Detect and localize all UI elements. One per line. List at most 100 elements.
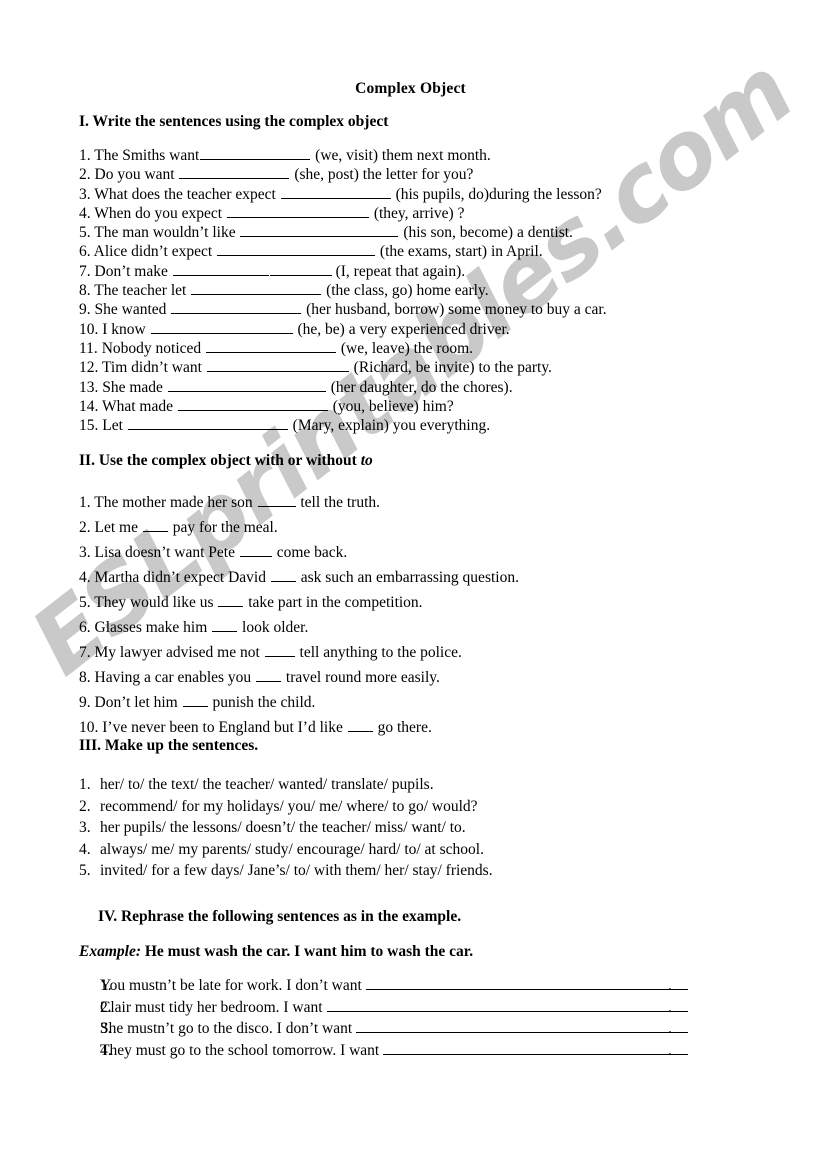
answer-blank[interactable] <box>218 593 244 607</box>
exercise-item: 15. Let (Mary, explain) you everything. <box>79 416 607 435</box>
item-number: 8. <box>79 282 95 300</box>
item-prompt: The Smiths want <box>94 147 200 164</box>
item-suffix: (Richard, be invite) to the party. <box>349 359 552 377</box>
exercise-item: 3. Lisa doesn’t want Pete come back. <box>79 540 519 565</box>
item-suffix: look older. <box>238 619 309 636</box>
item-suffix: (you, believe) him? <box>328 397 454 415</box>
exercise-item: 1. The mother made her son tell the trut… <box>79 490 519 515</box>
item-prompt: Don’t let him <box>94 694 182 711</box>
answer-blank-extra[interactable] <box>269 264 332 276</box>
item-number: 10. <box>79 719 103 736</box>
answer-blank[interactable] <box>142 518 168 532</box>
answer-blank[interactable] <box>226 204 369 218</box>
answer-blank[interactable] <box>239 543 272 557</box>
answer-blank[interactable] <box>217 243 376 257</box>
answer-blank[interactable] <box>326 998 688 1012</box>
answer-blank[interactable] <box>127 416 288 431</box>
item-suffix: go there. <box>373 719 432 736</box>
item-suffix: tell anything to the police. <box>295 644 462 661</box>
answer-blank[interactable] <box>240 223 399 238</box>
example-label: Example: <box>79 943 145 960</box>
answer-blank[interactable] <box>171 301 302 315</box>
item-number: 9. <box>79 694 95 711</box>
exercise-item: 6. Alice didn’t expect (the exams, start… <box>79 242 607 261</box>
item-prompt: The mother made her son <box>94 494 257 511</box>
item-prompt: She wanted <box>94 301 171 319</box>
item-prompt: Do you want <box>94 166 179 184</box>
example-text: He must wash the car. I want him to wash… <box>144 943 474 960</box>
item-suffix: punish the child. <box>208 694 316 711</box>
answer-blank[interactable] <box>206 339 337 353</box>
exercise-item: 5. The man wouldn’t like (his son, becom… <box>79 223 607 242</box>
answer-blank[interactable] <box>182 693 208 707</box>
item-prompt: Let me <box>94 519 142 536</box>
item-text: always/ me/ my parents/ study/ encourage… <box>100 840 484 858</box>
answer-blank[interactable] <box>179 166 290 180</box>
exercise-item: 4. They must go to the school tomorrow. I… <box>79 1040 689 1062</box>
answer-blank[interactable] <box>177 397 328 411</box>
answer-blank[interactable] <box>200 146 311 160</box>
item-prompt: Let <box>102 417 127 435</box>
item-number: 9. <box>79 301 95 319</box>
answer-blank[interactable] <box>264 643 295 657</box>
answer-blank[interactable] <box>212 618 238 632</box>
item-prompt: Clair must tidy her bedroom. I want <box>100 998 323 1016</box>
item-number: 1. <box>79 147 95 164</box>
answer-blank[interactable] <box>206 359 349 373</box>
exercise-item: 1. her/ to/ the text/ the teacher/ wanted… <box>79 774 493 796</box>
item-suffix: (her daughter, do the chores). <box>326 378 513 396</box>
item-number: 2. <box>79 166 95 184</box>
exercise-item: 4. When do you expect (they, arrive) ? <box>79 204 607 223</box>
item-prompt: I know <box>102 320 150 338</box>
item-suffix: (she, post) the letter for you? <box>290 166 474 184</box>
exercise-item: 12. Tim didn’t want (Richard, be invite)… <box>79 358 607 377</box>
item-number: 6. <box>79 619 95 636</box>
item-number: 12. <box>79 359 102 377</box>
item-prompt: I’ve never been to England but I’d like <box>102 719 347 736</box>
answer-blank[interactable] <box>383 1041 688 1055</box>
item-number: 1. <box>79 494 95 511</box>
answer-blank[interactable] <box>270 568 296 582</box>
item-suffix: (his pupils, do)during the lesson? <box>391 185 602 203</box>
section-heading-iii: III. Make up the sentences. <box>79 737 259 754</box>
section-heading-iv: IV. Rephrase the following sentences as … <box>98 908 462 925</box>
answer-blank[interactable] <box>347 718 373 732</box>
item-number: 5. <box>79 862 91 879</box>
item-suffix: pay for the meal. <box>168 519 278 536</box>
item-prompt: Glasses make him <box>94 619 212 636</box>
item-suffix: ask such an embarrassing question. <box>296 569 519 586</box>
item-suffix: tell the truth. <box>296 494 381 511</box>
item-number: 11. <box>79 339 102 357</box>
exercise-item: 2. recommend/ for my holidays/ you/ me/ w… <box>79 796 493 818</box>
answer-blank[interactable] <box>172 262 269 276</box>
item-prompt: Alice didn’t expect <box>93 243 217 261</box>
item-prompt: Lisa doesn’t want Pete <box>94 544 239 561</box>
item-prompt: They must go to the school tomorrow. I w… <box>100 1041 380 1059</box>
section-iv-list: 1. You mustn’t be late for work. I don’t … <box>79 975 689 1061</box>
item-number: 15. <box>79 417 103 435</box>
item-number: 4. <box>79 204 95 222</box>
item-number: 3. <box>79 544 95 561</box>
item-prompt: She mustn’t go to the disco. I don’t wan… <box>100 1020 353 1037</box>
exercise-item: 5. They would like us take part in the c… <box>79 590 519 615</box>
answer-blank[interactable] <box>167 378 326 392</box>
item-suffix: take part in the competition. <box>244 594 423 611</box>
exercise-item: 4. Martha didn’t expect David ask such a… <box>79 565 519 590</box>
item-prompt: She made <box>102 378 167 396</box>
section-heading-ii-italic: to <box>360 452 373 469</box>
item-suffix: travel round more easily. <box>282 669 440 686</box>
worksheet-page: ESLprintables.com Complex Object I. Writ… <box>0 0 821 1161</box>
section-heading-ii-text: II. Use the complex object with or witho… <box>79 452 361 469</box>
answer-blank[interactable] <box>365 976 688 990</box>
answer-blank[interactable] <box>256 668 282 682</box>
answer-blank[interactable] <box>356 1019 688 1033</box>
section-heading-i: I. Write the sentences using the complex… <box>79 113 389 130</box>
answer-blank[interactable] <box>191 281 322 296</box>
item-prompt: The teacher let <box>94 282 191 300</box>
answer-blank[interactable] <box>280 185 391 199</box>
answer-blank[interactable] <box>150 320 293 334</box>
exercise-item: 3. her pupils/ the lessons/ doesn’t/ the … <box>79 817 493 839</box>
answer-blank[interactable] <box>257 493 296 507</box>
exercise-item: 1. You mustn’t be late for work. I don’t … <box>79 975 689 997</box>
item-prompt: Tim didn’t want <box>101 359 206 377</box>
